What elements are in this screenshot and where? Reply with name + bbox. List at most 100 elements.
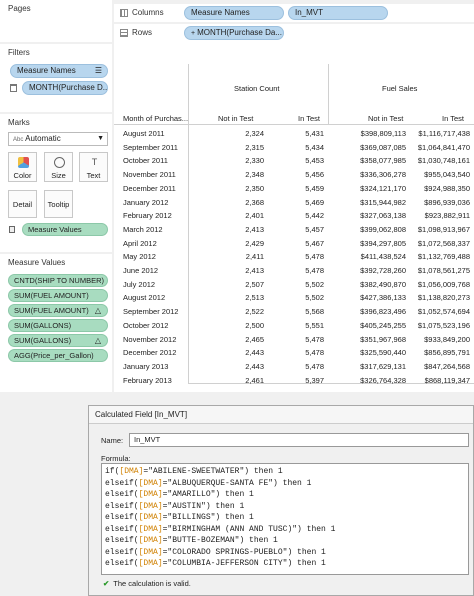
formula-text: elseif(: [105, 501, 139, 511]
table-cell: 5,502: [305, 293, 324, 303]
row-label[interactable]: December 2012: [123, 348, 176, 357]
rows-shelf[interactable]: Rows + MONTH(Purchase Da...: [114, 24, 474, 42]
row-label[interactable]: November 2012: [123, 335, 176, 344]
filter-measure-names[interactable]: Measure Names ☰: [10, 64, 108, 78]
table-cell: 2,513: [245, 293, 264, 303]
row-label[interactable]: February 2013: [123, 376, 172, 385]
table-cell: $847,264,568: [424, 361, 470, 371]
table-cell: $933,849,200: [424, 334, 470, 344]
measure-value-pill[interactable]: SUM(GALLONS) △: [8, 334, 108, 347]
table-cell: $1,138,820,273: [417, 293, 470, 303]
table-cell: $336,306,278: [360, 170, 406, 180]
columns-pill-measure-names[interactable]: Measure Names: [184, 6, 284, 20]
filters-panel: Filters Measure Names ☰ MONTH(Purchase D…: [0, 44, 112, 112]
crosstab-view[interactable]: Station Count Fuel Sales Month of Purcha…: [114, 42, 474, 392]
table-cell: $427,386,133: [360, 293, 406, 303]
formula-text: ="COLUMBIA-JEFFERSON CITY") then 1: [162, 559, 326, 568]
mark-type-select[interactable]: Abc Automatic ▼: [8, 132, 108, 146]
rows-label: Rows: [132, 28, 153, 37]
formula-text: elseif(: [105, 524, 139, 534]
formula-text: elseif(: [105, 536, 139, 545]
row-label[interactable]: October 2012: [123, 321, 168, 330]
table-cell: $411,438,524: [360, 252, 406, 262]
row-label[interactable]: January 2013: [123, 362, 168, 371]
row-label[interactable]: November 2011: [123, 170, 176, 179]
table-cell: $955,043,540: [424, 170, 470, 180]
table-cell: $315,944,982: [360, 197, 406, 207]
calculated-field-dialog[interactable]: Calculated Field [In_MVT] Name: In_MVT F…: [88, 405, 474, 596]
formula-line: elseif([DMA]="BILLINGS") then 1: [105, 512, 465, 524]
measure-value-pill[interactable]: SUM(GALLONS): [8, 319, 108, 332]
measure-value-pill[interactable]: SUM(FUEL AMOUNT): [8, 289, 108, 302]
table-cell: $1,078,561,275: [417, 266, 470, 275]
table-cell: $317,629,131: [360, 361, 406, 371]
table-cell: $856,895,791: [424, 348, 470, 358]
table-cell: 5,478: [305, 361, 324, 371]
text-button[interactable]: T Text: [79, 152, 108, 182]
check-icon: ✔: [103, 579, 110, 588]
tooltip-button[interactable]: Tooltip: [44, 190, 73, 218]
mark-type-prefix: Abc: [13, 137, 24, 143]
row-header-month[interactable]: Month of Purchas...: [123, 114, 188, 123]
table-cell: $326,764,328: [360, 375, 406, 385]
table-cell: $1,072,568,337: [417, 238, 470, 248]
table-cell: 2,368: [245, 197, 264, 207]
columns-shelf[interactable]: Columns Measure Names In_MVT: [114, 4, 474, 22]
validation-message: ✔ The calculation is valid.: [103, 579, 191, 588]
table-cell: 5,478: [305, 266, 324, 275]
size-button[interactable]: Size: [44, 152, 73, 182]
row-label[interactable]: December 2011: [123, 184, 176, 193]
table-cell: $868,119,347: [424, 375, 470, 385]
header-rule: [188, 64, 189, 384]
row-label[interactable]: March 2012: [123, 225, 163, 234]
row-label[interactable]: September 2011: [123, 143, 178, 152]
row-label[interactable]: August 2011: [123, 129, 165, 138]
table-cell: $405,245,255: [360, 320, 406, 330]
table-cell: $396,823,496: [360, 307, 406, 317]
table-cell: 2,465: [245, 334, 264, 344]
col-header: Not in Test: [368, 114, 404, 123]
name-label: Name:: [101, 436, 124, 445]
table-cell: 2,461: [245, 375, 264, 385]
formula-line: elseif([DMA]="ALBUQUERQUE-SANTA FE") the…: [105, 478, 465, 490]
formula-editor[interactable]: if([DMA]="ABILENE-SWEETWATER") then 1 els…: [101, 463, 469, 575]
expand-icon: +: [191, 30, 196, 37]
row-label[interactable]: May 2012: [123, 252, 156, 261]
row-label[interactable]: July 2012: [123, 280, 155, 289]
table-cell: $327,063,138: [360, 211, 406, 221]
row-label[interactable]: June 2012: [123, 266, 158, 275]
table-cell: 5,568: [305, 307, 324, 317]
col-header: In Test: [298, 114, 320, 123]
table-cell: 2,507: [245, 279, 264, 289]
rows-pill-month-purchase[interactable]: + MONTH(Purchase Da...: [184, 26, 284, 40]
table-cell: $369,087,085: [360, 142, 406, 152]
row-label[interactable]: February 2012: [123, 211, 172, 220]
measure-value-pill[interactable]: SUM(FUEL AMOUNT) △: [8, 304, 108, 317]
row-label[interactable]: April 2012: [123, 239, 157, 248]
dialog-title: Calculated Field [In_MVT]: [89, 406, 473, 424]
table-cell: 5,469: [305, 197, 324, 207]
detail-button[interactable]: Detail: [8, 190, 37, 218]
measure-values-mark-pill[interactable]: Measure Values: [22, 223, 108, 236]
table-cell: 5,442: [305, 211, 324, 221]
columns-pill-in-mvt[interactable]: In_MVT: [288, 6, 388, 20]
row-label[interactable]: January 2012: [123, 198, 168, 207]
table-cell: $382,490,870: [360, 279, 406, 289]
measure-value-pill[interactable]: CNTD(SHIP TO NUMBER): [8, 274, 108, 287]
table-cell: 5,502: [305, 279, 324, 289]
row-label[interactable]: August 2012: [123, 293, 165, 302]
table-cell: $896,939,036: [424, 197, 470, 207]
delta-icon: △: [94, 306, 101, 315]
filter-month-purchase[interactable]: MONTH(Purchase D...: [22, 81, 108, 95]
formula-field-ref: [DMA]: [138, 513, 163, 522]
row-label[interactable]: September 2012: [123, 307, 178, 316]
row-label[interactable]: October 2011: [123, 156, 168, 165]
formula-field-ref: [DMA]: [138, 524, 163, 534]
measure-value-pill[interactable]: AGG(Price_per_Gallon): [8, 349, 108, 362]
table-cell: 2,350: [245, 183, 264, 193]
color-button[interactable]: Color: [8, 152, 37, 182]
formula-text: elseif(: [105, 559, 139, 568]
name-field[interactable]: In_MVT: [129, 433, 469, 447]
table-cell: 2,348: [245, 170, 264, 180]
formula-field-ref: [DMA]: [138, 501, 163, 511]
